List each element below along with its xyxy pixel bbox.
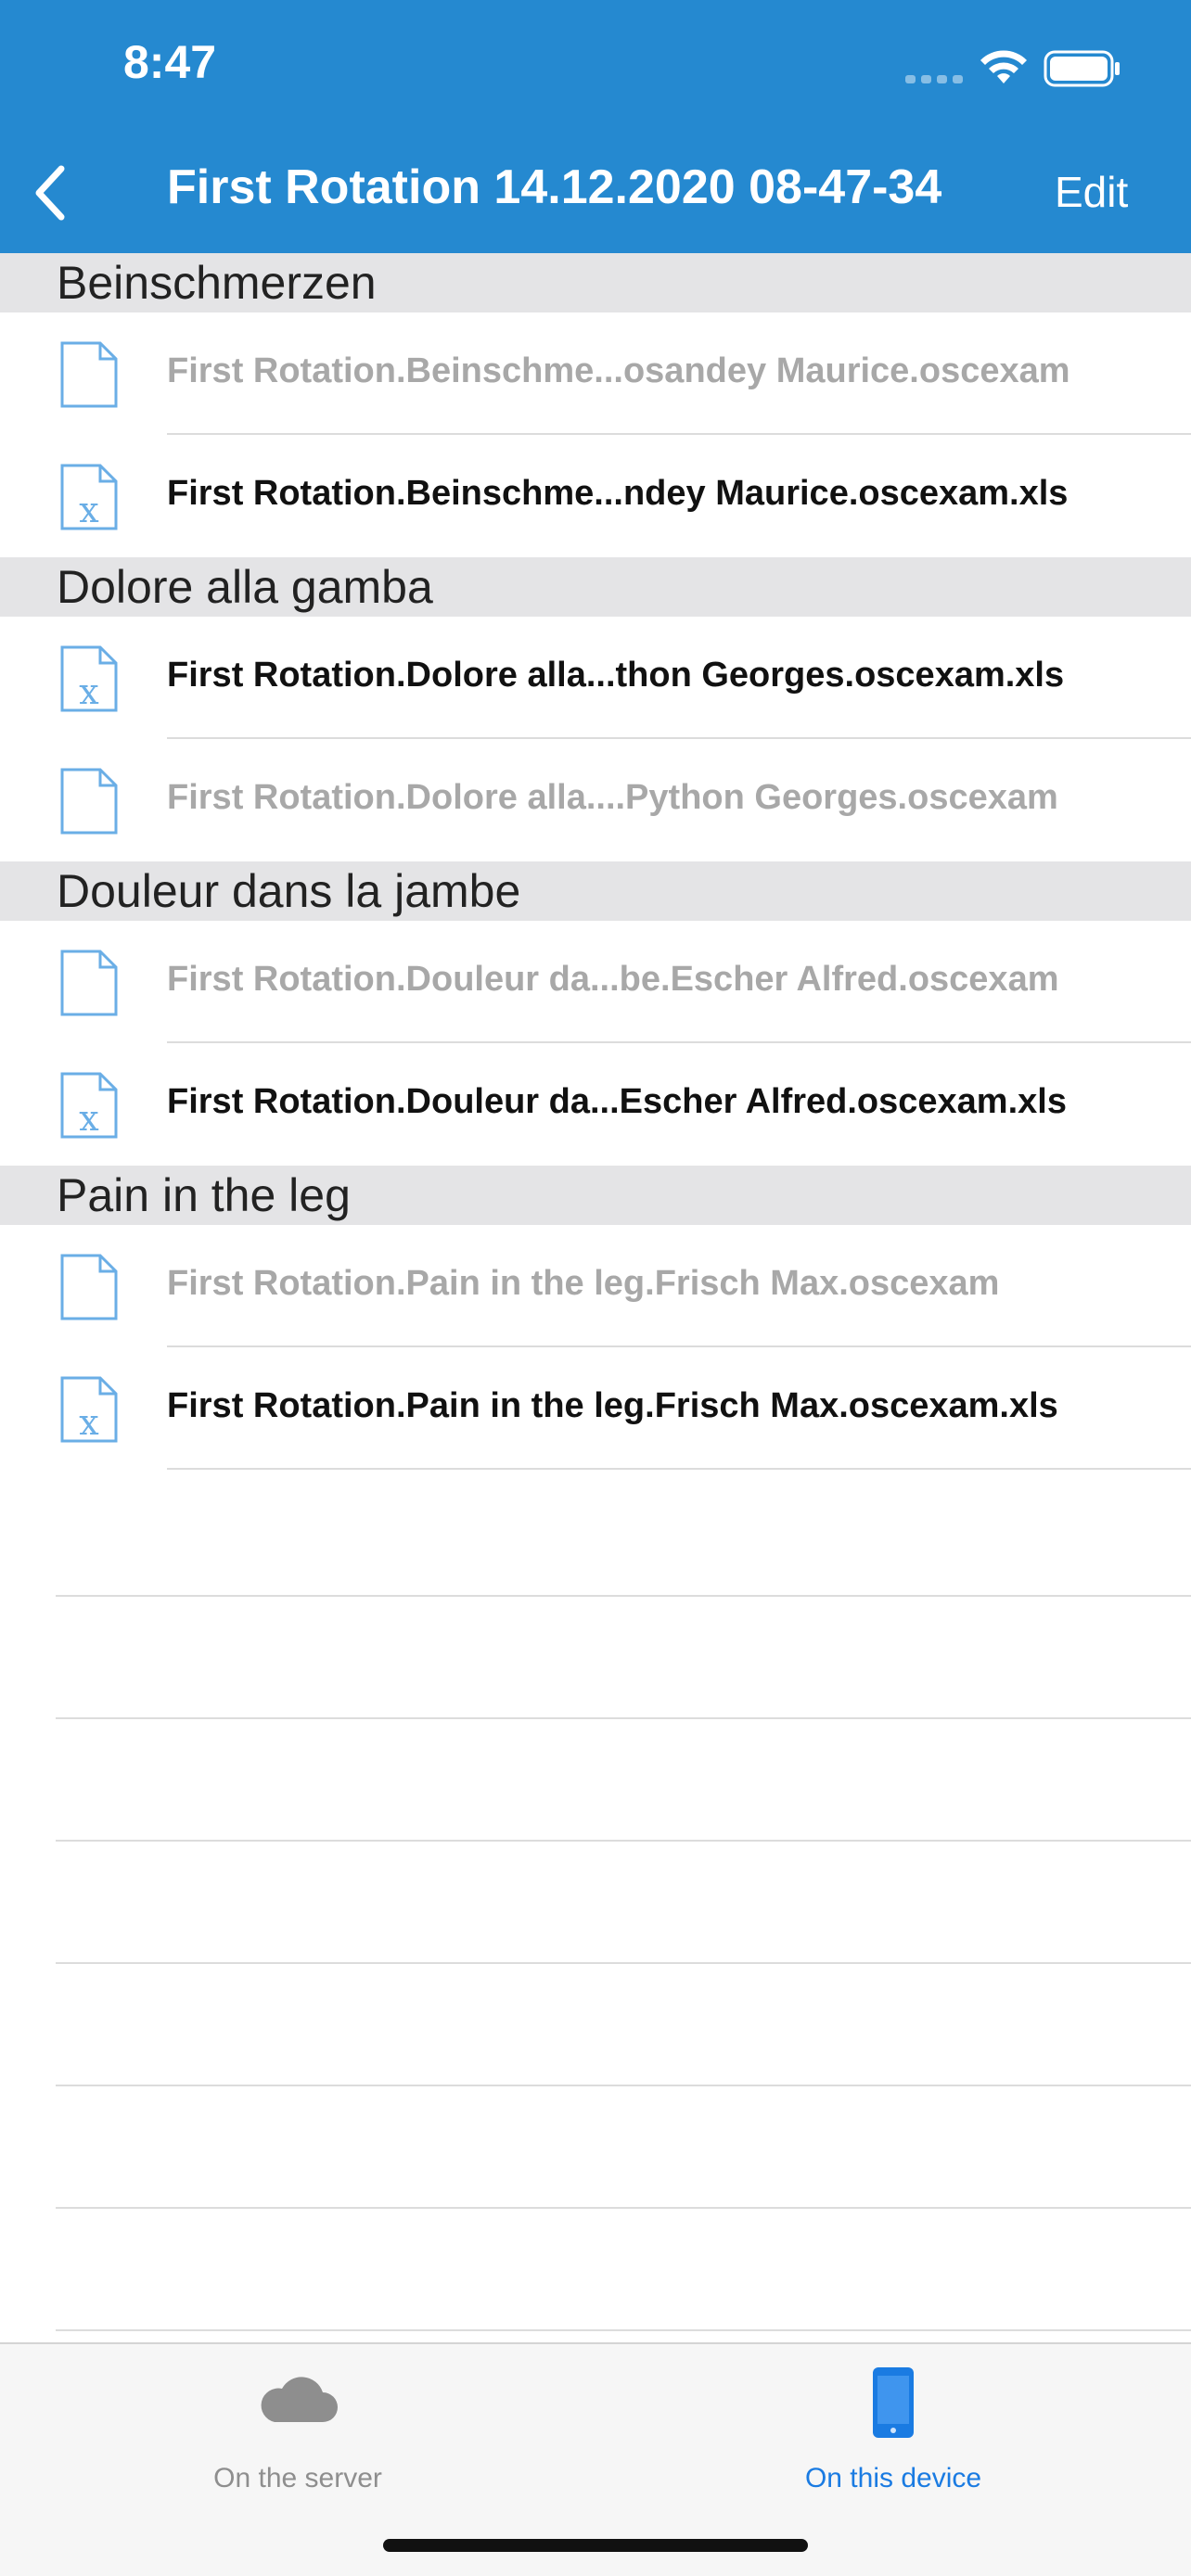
navigation-header: 8:47 First Rotation 14.12.2020 08-47-34 … [0, 0, 1191, 253]
cellular-signal-icon [905, 75, 963, 83]
list-item[interactable]: x First Rotation.Pain in the leg.Frisch … [0, 1347, 1191, 1470]
empty-row [56, 1842, 1191, 1964]
list-item[interactable]: First Rotation.Pain in the leg.Frisch Ma… [0, 1225, 1191, 1347]
empty-row [56, 1474, 1191, 1597]
file-name: First Rotation.Dolore alla...thon George… [167, 656, 1065, 695]
section-header: Dolore alla gamba [0, 557, 1191, 617]
file-name: First Rotation.Dolore alla....Python Geo… [167, 778, 1058, 817]
list-item[interactable]: x First Rotation.Beinschme...ndey Mauric… [0, 435, 1191, 557]
list-item[interactable]: x First Rotation.Dolore alla...thon Geor… [0, 617, 1191, 739]
tab-on-this-device[interactable]: On this device [596, 2344, 1191, 2530]
wifi-icon [980, 50, 1027, 83]
empty-row [56, 1719, 1191, 1842]
page-title: First Rotation 14.12.2020 08-47-34 [167, 160, 942, 214]
row-separator [167, 1468, 1191, 1470]
tab-label: On the server [213, 2463, 382, 2493]
spreadsheet-file-icon: x [60, 1072, 118, 1139]
empty-list-rows [0, 1474, 1191, 2331]
tab-label: On this device [804, 2463, 982, 2493]
list-item[interactable]: First Rotation.Dolore alla....Python Geo… [0, 739, 1191, 861]
spreadsheet-file-icon: x [60, 464, 118, 530]
svg-text:x: x [79, 1402, 98, 1443]
status-time: 8:47 [123, 36, 217, 88]
empty-row [56, 1597, 1191, 1719]
empty-row [56, 2209, 1191, 2331]
spreadsheet-file-icon: x [60, 1376, 118, 1443]
section-header: Pain in the leg [0, 1166, 1191, 1225]
file-name: First Rotation.Douleur da...Escher Alfre… [167, 1082, 1067, 1121]
document-icon [60, 341, 118, 408]
battery-icon [1044, 50, 1120, 87]
file-name: First Rotation.Pain in the leg.Frisch Ma… [167, 1264, 1000, 1303]
svg-text:x: x [79, 490, 98, 530]
document-icon [60, 1254, 118, 1320]
empty-row [56, 1964, 1191, 2086]
section-header: Beinschmerzen [0, 253, 1191, 312]
empty-row [56, 2086, 1191, 2209]
spreadsheet-file-icon: x [60, 645, 118, 712]
file-list: Beinschmerzen First Rotation.Beinschme..… [0, 253, 1191, 1470]
cloud-icon [261, 2377, 338, 2422]
svg-text:x: x [79, 1098, 98, 1139]
list-item[interactable]: First Rotation.Douleur da...be.Escher Al… [0, 921, 1191, 1043]
edit-button[interactable]: Edit [1055, 167, 1128, 217]
back-button[interactable] [26, 156, 82, 230]
section-header: Douleur dans la jambe [0, 861, 1191, 921]
file-name: First Rotation.Beinschme...osandey Mauri… [167, 351, 1070, 390]
document-icon [60, 768, 118, 835]
phone-icon [873, 2367, 914, 2438]
file-name: First Rotation.Beinschme...ndey Maurice.… [167, 474, 1069, 513]
document-icon [60, 950, 118, 1016]
file-name: First Rotation.Douleur da...be.Escher Al… [167, 960, 1059, 999]
svg-text:x: x [79, 671, 98, 712]
screen: 8:47 First Rotation 14.12.2020 08-47-34 … [0, 0, 1191, 2576]
list-item[interactable]: First Rotation.Beinschme...osandey Mauri… [0, 312, 1191, 435]
tab-on-the-server[interactable]: On the server [0, 2344, 596, 2530]
file-name: First Rotation.Pain in the leg.Frisch Ma… [167, 1386, 1058, 1425]
list-item[interactable]: x First Rotation.Douleur da...Escher Alf… [0, 1043, 1191, 1166]
home-indicator[interactable] [383, 2539, 808, 2552]
